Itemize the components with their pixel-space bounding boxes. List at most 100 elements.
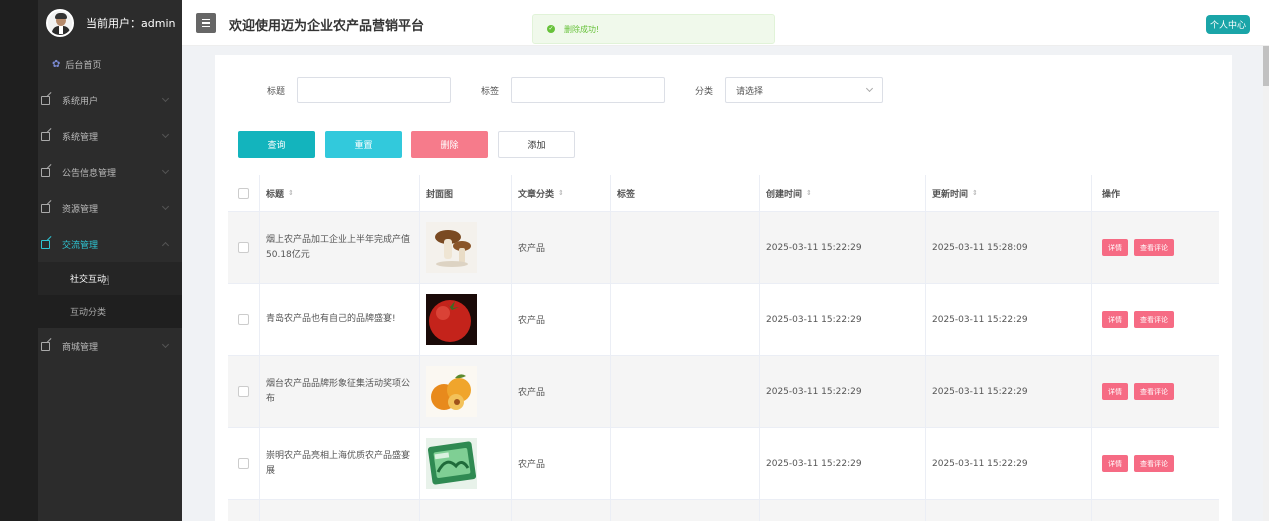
personal-center-button[interactable]: 个人中心 bbox=[1206, 15, 1250, 34]
submenu-item-label: 社交互动 bbox=[70, 275, 107, 285]
sidebar-item-home[interactable]: ✿ 后台首页 bbox=[38, 46, 182, 82]
row-category: 农产品 bbox=[518, 244, 546, 254]
cover-image-tomato bbox=[426, 294, 477, 345]
select-all-checkbox[interactable] bbox=[238, 187, 249, 199]
column-header-created[interactable]: 创建时间 ⇕ bbox=[760, 175, 926, 211]
user-info: 当前用户： admin bbox=[38, 0, 182, 46]
chevron-down-icon bbox=[161, 340, 170, 349]
scrollbar-thumb[interactable] bbox=[1263, 46, 1269, 86]
chevron-down-icon bbox=[161, 166, 170, 175]
sidebar-item-mall[interactable]: 商城管理 bbox=[38, 328, 182, 364]
row-title: 青岛农产品也有自己的品牌盛宴! bbox=[266, 314, 396, 324]
sidebar-item-label: 商城管理 bbox=[62, 342, 99, 353]
category-select[interactable]: 请选择 bbox=[725, 77, 884, 103]
sidebar-item-label: 公告信息管理 bbox=[62, 168, 117, 179]
sidebar: 当前用户： admin ✿ 后台首页 系统用户 系统管理 公告信息管理 资源管理… bbox=[38, 0, 182, 521]
table-header: 标题 ⇕ 封面图 文章分类 ⇕ 标签 创建时间 ⇕ 更新时间 ⇕ 操作 bbox=[228, 175, 1219, 212]
chevron-down-icon bbox=[161, 94, 170, 103]
table-row: 崇明农产品亮相上海优质农产品盛宴展 农产品 2025-03-11 15:22:2… bbox=[228, 428, 1219, 500]
view-comments-button[interactable]: 查看评论 bbox=[1134, 311, 1174, 328]
column-header-actions: 操作 bbox=[1102, 189, 1121, 200]
sort-icon: ⇕ bbox=[806, 189, 812, 197]
header: 欢迎使用迈为企业农产品营销平台 ✓ 删除成功! 个人中心 bbox=[182, 0, 1269, 46]
row-checkbox[interactable] bbox=[238, 314, 249, 325]
toast-message: 删除成功! bbox=[564, 24, 600, 34]
view-comments-button[interactable]: 查看评论 bbox=[1134, 239, 1174, 256]
add-button[interactable]: 添加 bbox=[498, 131, 575, 158]
column-header-updated[interactable]: 更新时间 ⇕ bbox=[926, 175, 1092, 211]
column-header-tag: 标签 bbox=[611, 175, 760, 211]
current-user-name: admin bbox=[141, 16, 176, 30]
sidebar-item-announcements[interactable]: 公告信息管理 bbox=[38, 154, 182, 190]
edit-icon bbox=[41, 131, 50, 141]
row-title: 烟上农产品加工企业上半年完成产值50.18亿元 bbox=[266, 234, 411, 260]
column-header-category[interactable]: 文章分类 ⇕ bbox=[512, 175, 611, 211]
avatar bbox=[46, 9, 74, 37]
detail-button[interactable]: 详情 bbox=[1102, 311, 1128, 328]
detail-button[interactable]: 详情 bbox=[1102, 383, 1128, 400]
row-created: 2025-03-11 15:22:29 bbox=[766, 386, 862, 397]
row-created: 2025-03-11 15:22:29 bbox=[766, 314, 862, 325]
row-title: 烟台农产品品牌形象征集活动奖项公布 bbox=[266, 378, 411, 404]
submenu-item-social[interactable]: 社交互动 ☝ bbox=[38, 262, 182, 295]
filter-tag-label: 标签 bbox=[481, 86, 500, 97]
content-panel: 标题 标签 分类 请选择 查询 重置 删除 添加 标题 ⇕ 封面图 文章分类 ⇕ 标… bbox=[215, 55, 1232, 521]
row-created: 2025-03-11 15:22:29 bbox=[766, 242, 862, 253]
tag-input[interactable] bbox=[511, 77, 666, 103]
sidebar-item-resources[interactable]: 资源管理 bbox=[38, 190, 182, 226]
sidebar-item-label: 系统用户 bbox=[62, 96, 99, 107]
row-updated: 2025-03-11 15:22:29 bbox=[932, 314, 1028, 325]
row-checkbox[interactable] bbox=[238, 458, 249, 469]
delete-button[interactable]: 删除 bbox=[411, 131, 488, 158]
sort-icon: ⇕ bbox=[972, 189, 978, 197]
filter-tag: 标签 bbox=[481, 77, 666, 103]
column-header-cover: 封面图 bbox=[420, 175, 512, 211]
chevron-up-icon bbox=[161, 241, 170, 250]
column-header-title[interactable]: 标题 ⇕ bbox=[260, 175, 420, 211]
row-category: 农产品 bbox=[518, 316, 546, 326]
sort-icon: ⇕ bbox=[558, 189, 564, 197]
home-icon: ✿ bbox=[52, 58, 61, 70]
sort-icon: ⇕ bbox=[288, 189, 294, 197]
page-scrollbar[interactable] bbox=[1263, 46, 1269, 521]
detail-button[interactable]: 详情 bbox=[1102, 239, 1128, 256]
query-button[interactable]: 查询 bbox=[238, 131, 315, 158]
row-category: 农产品 bbox=[518, 460, 546, 470]
check-circle-icon: ✓ bbox=[547, 25, 555, 33]
view-comments-button[interactable]: 查看评论 bbox=[1134, 383, 1174, 400]
sidebar-item-label: 后台首页 bbox=[65, 60, 102, 71]
table-row: 青岛农产品也有自己的品牌盛宴! 农产品 2025-03-11 15:22:29 … bbox=[228, 284, 1219, 356]
page-title: 欢迎使用迈为企业农产品营销平台 bbox=[229, 19, 425, 34]
edit-icon bbox=[41, 203, 50, 213]
sidebar-item-system-management[interactable]: 系统管理 bbox=[38, 118, 182, 154]
current-user-label: 当前用户： bbox=[86, 17, 141, 30]
row-checkbox[interactable] bbox=[238, 242, 249, 253]
table-row: 烟上农产品加工企业上半年完成产值50.18亿元 农产品 2025-03-11 1… bbox=[228, 212, 1219, 284]
sidebar-item-label: 交流管理 bbox=[62, 240, 99, 251]
reset-button[interactable]: 重置 bbox=[325, 131, 402, 158]
filter-title: 标题 bbox=[267, 77, 452, 103]
edit-icon bbox=[41, 239, 50, 249]
left-strip bbox=[0, 0, 38, 521]
detail-button[interactable]: 详情 bbox=[1102, 455, 1128, 472]
view-comments-button[interactable]: 查看评论 bbox=[1134, 455, 1174, 472]
submenu-item-categories[interactable]: 互动分类 bbox=[38, 295, 182, 328]
filter-title-label: 标题 bbox=[267, 86, 286, 97]
filter-category-label: 分类 bbox=[695, 86, 714, 97]
sidebar-item-communication[interactable]: 交流管理 bbox=[38, 226, 182, 262]
submenu-item-label: 互动分类 bbox=[70, 308, 107, 318]
success-toast: ✓ 删除成功! bbox=[532, 14, 775, 44]
cover-image-greens bbox=[426, 438, 477, 489]
title-input[interactable] bbox=[297, 77, 452, 103]
menu-toggle-button[interactable] bbox=[196, 13, 216, 33]
sidebar-item-label: 系统管理 bbox=[62, 132, 99, 143]
table-row bbox=[228, 500, 1219, 521]
sidebar-item-system-users[interactable]: 系统用户 bbox=[38, 82, 182, 118]
row-updated: 2025-03-11 15:22:29 bbox=[932, 458, 1028, 469]
article-table: 标题 ⇕ 封面图 文章分类 ⇕ 标签 创建时间 ⇕ 更新时间 ⇕ 操作 烟上农产品加工企… bbox=[228, 175, 1219, 521]
cover-image-apricot bbox=[426, 366, 477, 417]
submenu-communication: 社交互动 ☝ 互动分类 bbox=[38, 262, 182, 328]
row-checkbox[interactable] bbox=[238, 386, 249, 397]
edit-icon bbox=[41, 95, 50, 105]
hand-cursor-icon: ☝ bbox=[102, 274, 110, 289]
